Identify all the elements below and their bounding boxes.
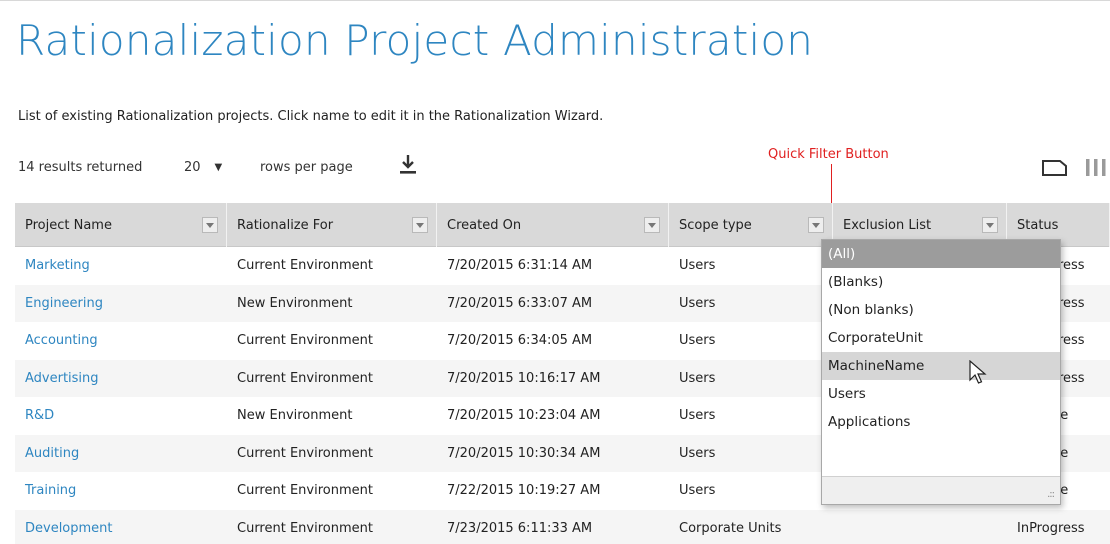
- filter-option-non-blanks[interactable]: (Non blanks): [822, 296, 1060, 324]
- project-name-link[interactable]: Development: [15, 510, 227, 544]
- filter-option-users[interactable]: Users: [822, 380, 1060, 408]
- column-header-project-name[interactable]: Project Name: [15, 203, 227, 247]
- project-name-link[interactable]: R&D: [15, 397, 227, 435]
- created-on-cell: 7/20/2015 10:23:04 AM: [447, 408, 601, 424]
- scope-type-cell: Users: [679, 483, 716, 499]
- created-on-cell: 7/22/2015 10:19:27 AM: [447, 483, 601, 499]
- created-on-cell: 7/20/2015 6:34:05 AM: [447, 333, 593, 349]
- rationalize-for-cell: New Environment: [237, 295, 353, 311]
- created-on-cell: 7/20/2015 6:31:14 AM: [447, 258, 593, 274]
- exclusion-list-cell: [833, 510, 1007, 544]
- filter-dropdown-icon[interactable]: [644, 217, 660, 233]
- filter-option-machine-name[interactable]: MachineName: [822, 352, 1060, 380]
- popup-footer: .::: [822, 476, 1060, 504]
- download-icon[interactable]: [396, 152, 420, 176]
- rationalize-for-cell: Current Environment: [237, 333, 373, 349]
- filter-option-applications[interactable]: Applications: [822, 408, 1060, 436]
- column-header-created-on[interactable]: Created On: [437, 203, 669, 247]
- project-name-link[interactable]: Marketing: [15, 247, 227, 285]
- column-header-label: Exclusion List: [843, 217, 932, 233]
- project-name-link[interactable]: Accounting: [15, 322, 227, 360]
- rationalize-for-cell: Current Environment: [237, 445, 373, 461]
- table-row: Development Current Environment 7/23/201…: [15, 509, 1110, 544]
- rationalize-for-cell: Current Environment: [237, 370, 373, 386]
- quick-filter-annotation: Quick Filter Button: [768, 147, 889, 162]
- scope-type-cell: Users: [679, 258, 716, 274]
- page-subtitle: List of existing Rationalization project…: [18, 109, 604, 124]
- filter-dropdown-icon[interactable]: [982, 217, 998, 233]
- scope-type-cell: Users: [679, 445, 716, 461]
- filter-option-corporate-unit[interactable]: CorporateUnit: [822, 324, 1060, 352]
- column-header-scope-type[interactable]: Scope type: [669, 203, 833, 247]
- filter-option-blanks[interactable]: (Blanks): [822, 268, 1060, 296]
- card-view-icon[interactable]: [1040, 156, 1070, 178]
- filter-dropdown-icon[interactable]: [412, 217, 428, 233]
- project-name-link[interactable]: Auditing: [15, 435, 227, 473]
- chevron-down-icon: ▼: [214, 162, 223, 173]
- column-header-label: Created On: [447, 217, 522, 233]
- quick-filter-popup: (All) (Blanks) (Non blanks) CorporateUni…: [821, 239, 1061, 505]
- status-cell: InProgress: [1017, 520, 1085, 536]
- scope-type-cell: Users: [679, 408, 716, 424]
- column-header-label: Project Name: [25, 217, 112, 233]
- created-on-cell: 7/20/2015 10:16:17 AM: [447, 370, 601, 386]
- filter-dropdown-icon[interactable]: [202, 217, 218, 233]
- rows-per-page-value: 20: [184, 160, 201, 175]
- project-name-link[interactable]: Advertising: [15, 360, 227, 398]
- resize-grip-icon[interactable]: .::: [1047, 489, 1055, 500]
- rationalize-for-cell: Current Environment: [237, 520, 373, 536]
- filter-option-all[interactable]: (All): [822, 240, 1060, 268]
- column-header-label: Scope type: [679, 217, 752, 233]
- created-on-cell: 7/20/2015 6:33:07 AM: [447, 295, 593, 311]
- project-name-link[interactable]: Training: [15, 472, 227, 510]
- page-title: Rationalization Project Administration: [16, 16, 814, 65]
- scope-type-cell: Users: [679, 370, 716, 386]
- column-header-label: Rationalize For: [237, 217, 334, 233]
- scope-type-cell: Users: [679, 295, 716, 311]
- column-header-rationalize-for[interactable]: Rationalize For: [227, 203, 437, 247]
- rationalize-for-cell: Current Environment: [237, 258, 373, 274]
- mouse-cursor-icon: [969, 360, 987, 384]
- project-name-link[interactable]: Engineering: [15, 285, 227, 323]
- quick-filter-button[interactable]: [808, 217, 824, 233]
- column-header-label: Status: [1017, 217, 1059, 233]
- rows-per-page-select[interactable]: 20 ▼: [184, 160, 222, 175]
- results-count: 14 results returned: [18, 160, 143, 175]
- rationalize-for-cell: Current Environment: [237, 483, 373, 499]
- scope-type-cell: Users: [679, 333, 716, 349]
- rationalize-for-cell: New Environment: [237, 408, 353, 424]
- rows-per-page-label: rows per page: [260, 160, 353, 175]
- created-on-cell: 7/23/2015 6:11:33 AM: [447, 520, 593, 536]
- columns-icon[interactable]: [1084, 156, 1110, 178]
- created-on-cell: 7/20/2015 10:30:34 AM: [447, 445, 601, 461]
- scope-type-cell: Corporate Units: [679, 520, 782, 536]
